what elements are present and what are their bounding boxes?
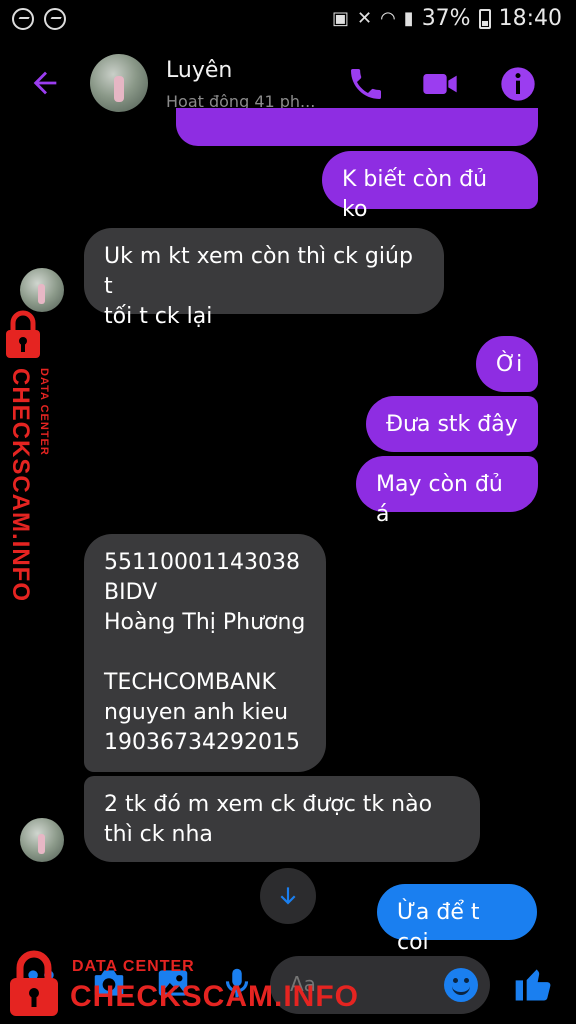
watermark-brand: CHECKSCAM.INFO (70, 980, 359, 1013)
signal-icon: ▮ (403, 8, 414, 29)
messenger-notification-icon (12, 8, 34, 30)
message-outgoing[interactable]: Ời (476, 336, 538, 392)
status-bar: ▣ ✕ ◠ ▮ 37% 18:40 (0, 0, 576, 38)
watermark-tagline: DATA CENTER (72, 958, 195, 975)
message-outgoing[interactable] (176, 108, 538, 146)
notification-icons (12, 8, 66, 30)
lock-icon (10, 950, 58, 1016)
nfc-icon: ▣ (331, 8, 349, 29)
clock: 18:40 (498, 6, 562, 31)
phone-icon[interactable] (346, 64, 386, 104)
message-outgoing[interactable]: Đưa stk đây (366, 396, 538, 452)
message-outgoing[interactable]: K biết còn đủ ko (322, 151, 538, 222)
watermark-vertical: CHECKSCAM.INFO DATA CENTER (0, 308, 66, 602)
message-incoming[interactable]: 2 tk đó m xem ck được tk nào thì ck nha (84, 776, 480, 862)
arrow-down-icon (280, 887, 296, 905)
status-right: ▣ ✕ ◠ ▮ 37% 18:40 (332, 6, 562, 31)
mute-icon: ✕ (356, 8, 373, 29)
info-icon[interactable] (498, 64, 538, 104)
contact-name[interactable]: Luyên (166, 58, 232, 83)
sender-avatar[interactable] (20, 818, 64, 862)
thumbs-up-icon[interactable] (512, 962, 556, 1006)
sender-avatar[interactable] (20, 268, 64, 312)
watermark-tagline: DATA CENTER (38, 368, 50, 456)
message-outgoing[interactable]: May còn đủ á (356, 456, 538, 527)
wifi-icon: ◠ (380, 8, 396, 29)
battery-percent: 37% (421, 6, 471, 31)
lock-icon (6, 310, 40, 358)
message-outgoing[interactable]: Ừa để t coi (377, 884, 537, 955)
messenger-notification-icon-2 (44, 8, 66, 30)
scroll-to-bottom-button[interactable] (260, 868, 316, 924)
message-incoming[interactable]: Uk m kt xem còn thì ck giúp t tối t ck l… (84, 228, 444, 329)
contact-avatar[interactable] (90, 54, 148, 112)
battery-icon (478, 8, 491, 29)
message-incoming[interactable]: 55110001143038 BIDV Hoàng Thị Phương TEC… (84, 534, 326, 772)
video-camera-icon[interactable] (420, 64, 460, 104)
emoji-icon[interactable] (444, 968, 478, 1002)
watermark-brand: CHECKSCAM.INFO (7, 368, 34, 602)
arrow-left-icon[interactable] (28, 66, 62, 100)
